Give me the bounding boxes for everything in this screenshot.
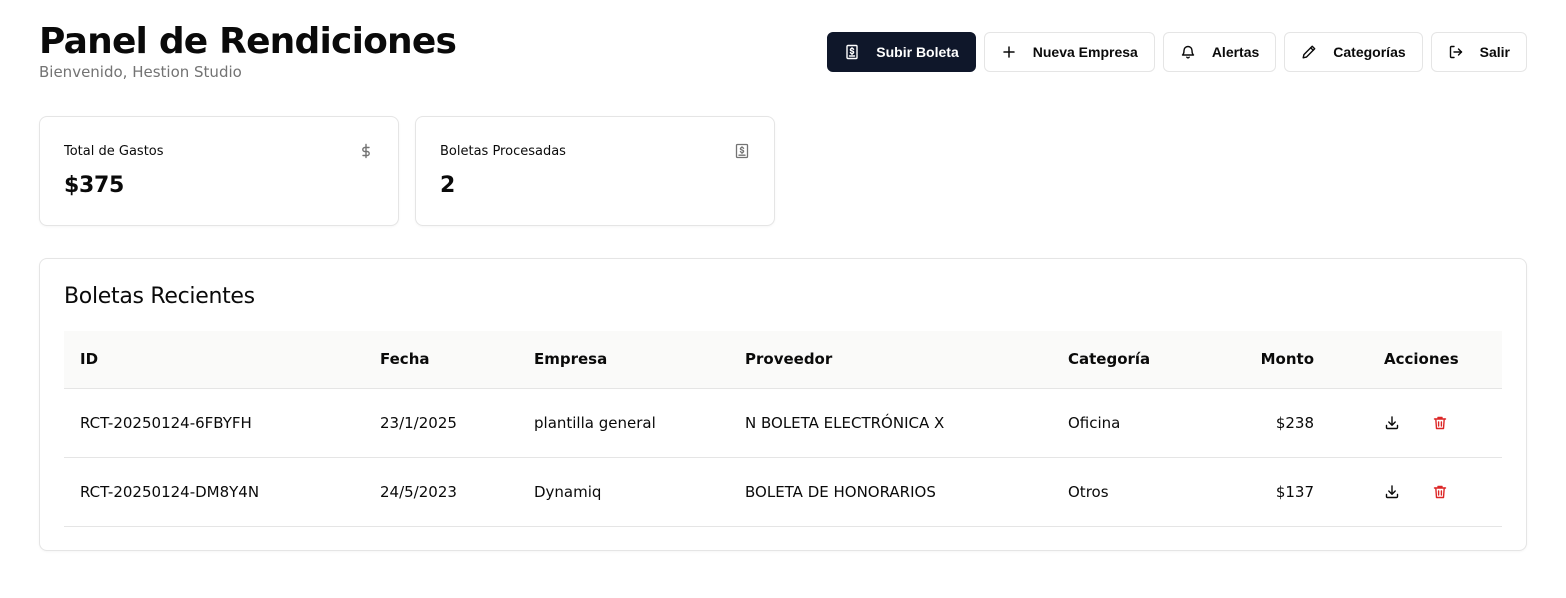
processed-receipts-label: Boletas Procesadas [440,144,566,159]
cell-proveedor: BOLETA DE HONORARIOS [745,457,1068,527]
page-header: Panel de Rendiciones Bienvenido, Hestion… [39,21,457,82]
trash-icon[interactable] [1432,484,1448,500]
recent-receipts-panel: Boletas Recientes ID Fecha Empresa Prove… [39,258,1527,551]
table-row: RCT-20250124-DM8Y4N 24/5/2023 Dynamiq BO… [64,457,1502,527]
column-header-empresa: Empresa [534,331,745,389]
alerts-label: Alertas [1211,44,1260,60]
plus-icon [1001,44,1017,60]
cell-proveedor: N BOLETA ELECTRÓNICA X [745,388,1068,458]
receipts-table: ID Fecha Empresa Proveedor Categoría Mon… [64,331,1502,527]
dollar-icon [358,143,374,159]
stats-cards: Total de Gastos $375 Boletas Procesadas … [39,116,775,226]
alerts-button[interactable]: Alertas [1162,32,1277,72]
receipt-icon [734,143,750,159]
cell-categoria: Otros [1068,457,1218,527]
total-expenses-card: Total de Gastos $375 [39,116,399,226]
pencil-icon [1301,44,1317,60]
download-icon[interactable] [1384,415,1400,431]
cell-actions [1314,388,1502,458]
categories-button[interactable]: Categorías [1284,32,1423,72]
column-header-monto: Monto [1218,331,1314,389]
cell-monto: $137 [1218,457,1314,527]
cell-fecha: 23/1/2025 [380,388,534,458]
column-header-proveedor: Proveedor [745,331,1068,389]
cell-empresa: plantilla general [534,388,745,458]
bell-icon [1180,44,1196,60]
processed-receipts-card: Boletas Procesadas 2 [415,116,775,226]
cell-fecha: 24/5/2023 [380,457,534,527]
table-row: RCT-20250124-6FBYFH 23/1/2025 plantilla … [64,388,1502,458]
categories-label: Categorías [1333,44,1406,60]
toolbar: Subir Boleta Nueva Empresa Alertas Categ… [827,32,1527,72]
welcome-subtitle: Bienvenido, Hestion Studio [39,63,242,81]
page-title: Panel de Rendiciones [39,21,457,62]
total-expenses-label: Total de Gastos [64,144,164,159]
upload-receipt-label: Subir Boleta [876,44,959,60]
cell-monto: $238 [1218,388,1314,458]
cell-id: RCT-20250124-6FBYFH [64,388,380,458]
new-company-button[interactable]: Nueva Empresa [983,32,1155,72]
trash-icon[interactable] [1432,415,1448,431]
processed-receipts-value: 2 [440,173,456,198]
logout-button[interactable]: Salir [1430,32,1527,72]
download-icon[interactable] [1384,484,1400,500]
upload-receipt-button[interactable]: Subir Boleta [827,32,976,72]
logout-label: Salir [1479,44,1510,60]
column-header-acciones: Acciones [1314,331,1502,389]
receipt-icon [844,44,860,60]
total-expenses-value: $375 [64,173,125,198]
new-company-label: Nueva Empresa [1032,44,1138,60]
column-header-categoria: Categoría [1068,331,1218,389]
column-header-fecha: Fecha [380,331,534,389]
recent-receipts-title: Boletas Recientes [64,284,255,309]
cell-id: RCT-20250124-DM8Y4N [64,457,380,527]
cell-empresa: Dynamiq [534,457,745,527]
column-header-id: ID [64,331,380,389]
logout-icon [1448,44,1464,60]
cell-categoria: Oficina [1068,388,1218,458]
table-header-row: ID Fecha Empresa Proveedor Categoría Mon… [64,331,1502,389]
cell-actions [1314,457,1502,527]
